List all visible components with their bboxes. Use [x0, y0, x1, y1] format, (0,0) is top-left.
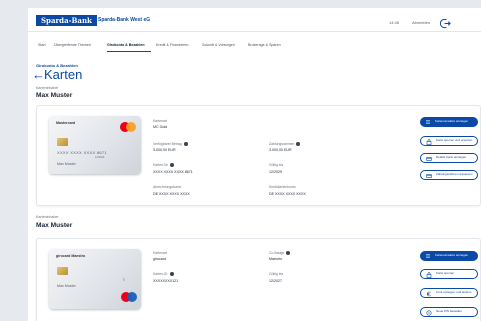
- limit-value: 3.000,00 EUR: [153, 148, 176, 152]
- nav-item-kredit-finanzieren[interactable]: Kredit & Finanzieren: [156, 43, 189, 47]
- karten-id-label: Karten-ID: [153, 272, 174, 277]
- limit-label: Verfügbarer Betrag: [153, 142, 188, 147]
- logout-icon[interactable]: [439, 16, 451, 29]
- co-badge-label: Co-Badge: [269, 251, 291, 256]
- zahlungsrahmen-anpassen-button[interactable]: Zahlungsrahmen anpassen: [420, 170, 478, 180]
- limit-aendern-button[interactable]: Limit anzeigen und ändern: [420, 288, 478, 298]
- nav-item-girokonto-bezahlen[interactable]: Girokonto & Bezahlen: [107, 43, 145, 47]
- holder-label: Karteninhaber: [36, 215, 59, 219]
- lock-icon: [426, 139, 432, 145]
- mastercard-logo-icon: [120, 122, 136, 132]
- abrechnung-label: Abrechnungskonto: [153, 185, 182, 189]
- nav-item-zukunft-vorsorgen[interactable]: Zukunft & Vorsorgen: [202, 43, 235, 47]
- bank-logo[interactable]: Sparda-Bank: [36, 15, 97, 26]
- list-icon: [425, 119, 431, 125]
- card-name: Max Muster: [57, 284, 76, 288]
- kartennr-label: Karten-Nr.: [153, 163, 175, 168]
- kartennr-value: XXXX XXXX XXXX 8671: [153, 170, 193, 174]
- gueltig-label: Gültig bis: [269, 163, 284, 167]
- zahlungsrahmen-label: Zahlungsrahmen: [269, 142, 301, 147]
- nav-item-start[interactable]: Start: [38, 43, 46, 47]
- karten-id-value: XXXXXXXX121: [153, 279, 179, 283]
- button-label: Kartenumsätze anzeigen: [435, 119, 469, 124]
- pin-icon: [426, 310, 432, 316]
- button-label: Neue PIN bestellen: [436, 309, 462, 314]
- session-time: 14:46: [389, 20, 400, 25]
- button-label: Zahlungsrahmen anpassen: [436, 172, 473, 177]
- euro-icon: [426, 291, 432, 297]
- karte-sperren-ersetzen-button[interactable]: Karte sperren und ersetzen: [420, 136, 478, 146]
- bank-name: Sparda-Bank West eG: [98, 17, 151, 23]
- info-icon[interactable]: [170, 163, 175, 168]
- kartenart-value: girocard: [153, 257, 166, 261]
- card-valid: 12/2029: [95, 156, 105, 159]
- maestro-logo-icon: [121, 292, 137, 302]
- card-icon: [426, 173, 432, 179]
- card-number: XXXX XXXX XXXX 8671: [57, 150, 107, 155]
- logout-link[interactable]: Abmelden: [412, 20, 430, 25]
- kartenumsaetze-button[interactable]: Kartenumsätze anzeigen: [420, 117, 478, 127]
- kreditkartenkonto-value: DE XXXX XXXX XXXX: [269, 192, 306, 196]
- card-name: Max Muster: [57, 162, 76, 166]
- button-label: Details Karte anzeigen: [436, 155, 467, 160]
- kartenart-value: MC Gold: [153, 125, 168, 129]
- co-badge-value: Maestro: [269, 257, 282, 261]
- holder-name: Max Muster: [36, 222, 73, 229]
- gueltig-value: 12/2029: [269, 170, 282, 174]
- kartenumsaetze-button[interactable]: Kartenumsätze anzeigen: [420, 251, 478, 261]
- info-icon[interactable]: [286, 251, 291, 256]
- nav-active-indicator: [107, 51, 151, 52]
- info-icon[interactable]: [183, 142, 188, 147]
- top-header: Sparda-Bank Sparda-Bank West eG 14:46 Ab…: [28, 8, 481, 32]
- gueltig-label: Gültig bis: [269, 272, 284, 276]
- card-panel: girocard Maestro ⌇ Max Muster Kartenart …: [36, 238, 481, 321]
- card-panel: Mastercard XXXX XXXX XXXX 8671 12/2029 M…: [36, 105, 481, 206]
- page-title: Karten: [44, 67, 83, 82]
- debit-card-image: girocard Maestro ⌇ Max Muster: [49, 249, 141, 309]
- chip-icon: [57, 267, 68, 275]
- details-karte-button[interactable]: Details Karte anzeigen: [420, 153, 478, 163]
- holder-label: Karteninhaber: [36, 86, 59, 90]
- nav-item-brokerage-sparen[interactable]: Brokerage & Sparen: [248, 43, 281, 47]
- card-brand-label: girocard Maestro: [56, 254, 86, 258]
- info-icon[interactable]: [169, 272, 174, 277]
- neue-pin-button[interactable]: Neue PIN bestellen: [420, 307, 478, 317]
- karte-sperren-button[interactable]: Karte sperren: [420, 269, 478, 279]
- button-label: Limit anzeigen und ändern: [436, 290, 472, 295]
- gueltig-value: 12/2027: [269, 279, 282, 283]
- contactless-icon: ⌇: [123, 277, 125, 282]
- abrechnung-value: DE XXXX XXXX XXXX: [153, 192, 190, 196]
- button-label: Karte sperren: [436, 271, 455, 276]
- card-icon: [426, 156, 432, 162]
- button-label: Karte sperren und ersetzen: [436, 138, 473, 143]
- credit-card-image: Mastercard XXXX XXXX XXXX 8671 12/2029 M…: [49, 116, 141, 174]
- lock-icon: [426, 272, 432, 278]
- page: Sparda-Bank Sparda-Bank West eG 14:46 Ab…: [28, 8, 481, 321]
- kartenart-label: Kartenart: [153, 119, 167, 123]
- holder-name: Max Muster: [36, 92, 73, 99]
- button-label: Kartenumsätze anzeigen: [435, 253, 469, 258]
- main-nav: Start Übergreifende Themen Girokonto & B…: [38, 43, 468, 55]
- chip-icon: [57, 138, 68, 146]
- zahlungsrahmen-value: 3.000,00 EUR: [269, 148, 292, 152]
- info-icon[interactable]: [296, 142, 301, 147]
- kartenart-label: Kartenart: [153, 251, 167, 255]
- card-brand-label: Mastercard: [56, 121, 76, 125]
- list-icon: [425, 253, 431, 259]
- kreditkartenkonto-label: Kreditkartenkonto: [269, 185, 296, 189]
- nav-item-uebergreifende-themen[interactable]: Übergreifende Themen: [54, 43, 91, 47]
